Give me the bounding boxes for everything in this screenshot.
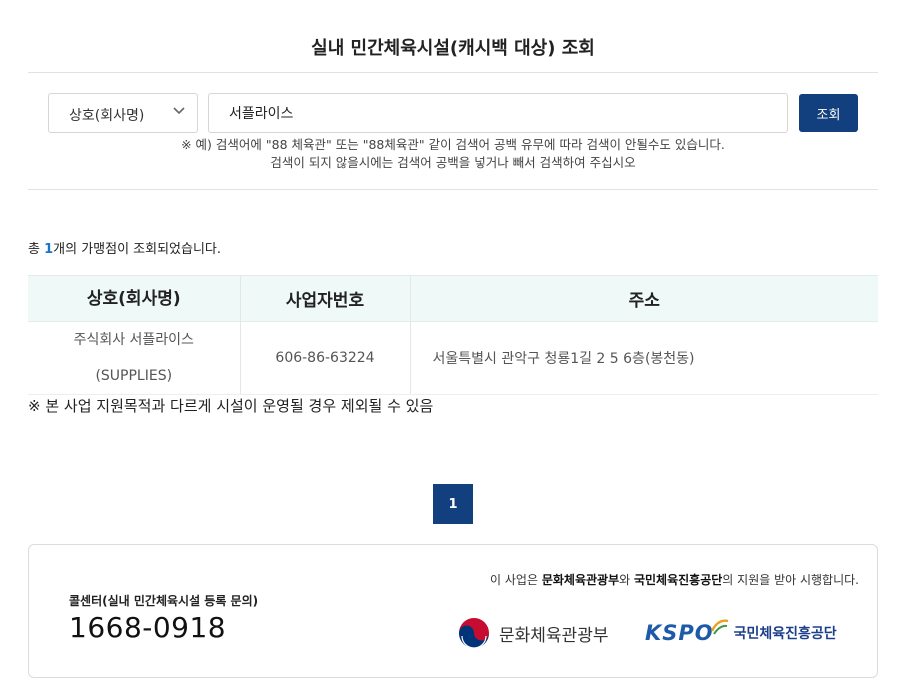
- title-divider: [28, 72, 878, 73]
- support-org-mcst: 문화체육관광부: [541, 573, 620, 587]
- support-suffix: 의 지원을 받아 시행합니다.: [722, 573, 859, 587]
- chevron-down-icon: [173, 107, 185, 115]
- operation-footnote: ※ 본 사업 지원목적과 다르게 시설이 운영될 경우 제외될 수 있음: [28, 397, 434, 415]
- search-notice-line1: ※ 예) 검색어에 "88 체육관" 또는 "88체육관" 같이 검색어 공백 …: [181, 137, 725, 152]
- mcst-name: 문화체육관광부: [499, 625, 609, 646]
- search-type-select[interactable]: 상호(회사명): [48, 93, 198, 133]
- cell-name-line1: 주식회사 서플라이스: [73, 332, 194, 348]
- support-prefix: 이 사업은: [490, 573, 542, 587]
- search-type-selected-value: 상호(회사명): [69, 108, 145, 124]
- result-count: 총 1개의 가맹점이 조회되었습니다.: [28, 238, 221, 257]
- footer-info-box: 콜센터(실내 민간체육시설 등록 문의) 1668-0918 이 사업은 문화체…: [28, 544, 878, 678]
- column-header-business-number: 사업자번호: [239, 275, 410, 322]
- kspo-swoosh-icon: [710, 619, 728, 635]
- kspo-logo: KSPO 국민체육진흥공단: [645, 617, 865, 649]
- result-count-suffix: 개의 가맹점이 조회되었습니다.: [53, 242, 222, 257]
- search-input[interactable]: [208, 93, 788, 133]
- search-button[interactable]: 조회: [799, 94, 858, 132]
- results-table: 상호(회사명) 사업자번호 주소 주식회사 서플라이스 (SUPPLIES) 6…: [28, 275, 878, 395]
- result-count-prefix: 총: [28, 242, 45, 257]
- column-header-address: 주소: [409, 275, 878, 322]
- mcst-logo: 문화체육관광부: [457, 615, 627, 651]
- result-count-number: 1: [44, 242, 54, 257]
- support-statement: 이 사업은 문화체육관광부와 국민체육진흥공단의 지원을 받아 시행합니다.: [490, 571, 859, 588]
- cell-address: 서울특별시 관악구 청룡1길 2 5 6층(봉천동): [409, 321, 878, 395]
- search-divider: [28, 189, 878, 190]
- pagination-page-1[interactable]: 1: [433, 484, 473, 524]
- kspo-name: 국민체육진흥공단: [733, 626, 837, 642]
- callcenter-number: 1668-0918: [69, 611, 227, 644]
- support-org-kspo: 국민체육진흥공단: [633, 573, 723, 587]
- page-title: 실내 민간체육시설(캐시백 대상) 조회: [311, 38, 595, 59]
- table-header-row: 상호(회사명) 사업자번호 주소: [28, 275, 878, 322]
- column-header-name: 상호(회사명): [28, 275, 240, 322]
- cell-name-line2: (SUPPLIES): [95, 368, 173, 384]
- taegeuk-emblem-icon: [459, 618, 489, 649]
- search-notice-line2: 검색이 되지 않을시에는 검색어 공백을 넣거나 빼서 검색하여 주십시오: [270, 155, 636, 170]
- table-row: 주식회사 서플라이스 (SUPPLIES) 606-86-63224 서울특별시…: [28, 321, 878, 395]
- cell-name: 주식회사 서플라이스 (SUPPLIES): [28, 321, 240, 395]
- support-mid: 와: [619, 573, 634, 587]
- callcenter-label: 콜센터(실내 민간체육시설 등록 문의): [69, 594, 259, 608]
- kspo-mark: KSPO: [645, 621, 714, 645]
- cell-business-number: 606-86-63224: [239, 321, 410, 395]
